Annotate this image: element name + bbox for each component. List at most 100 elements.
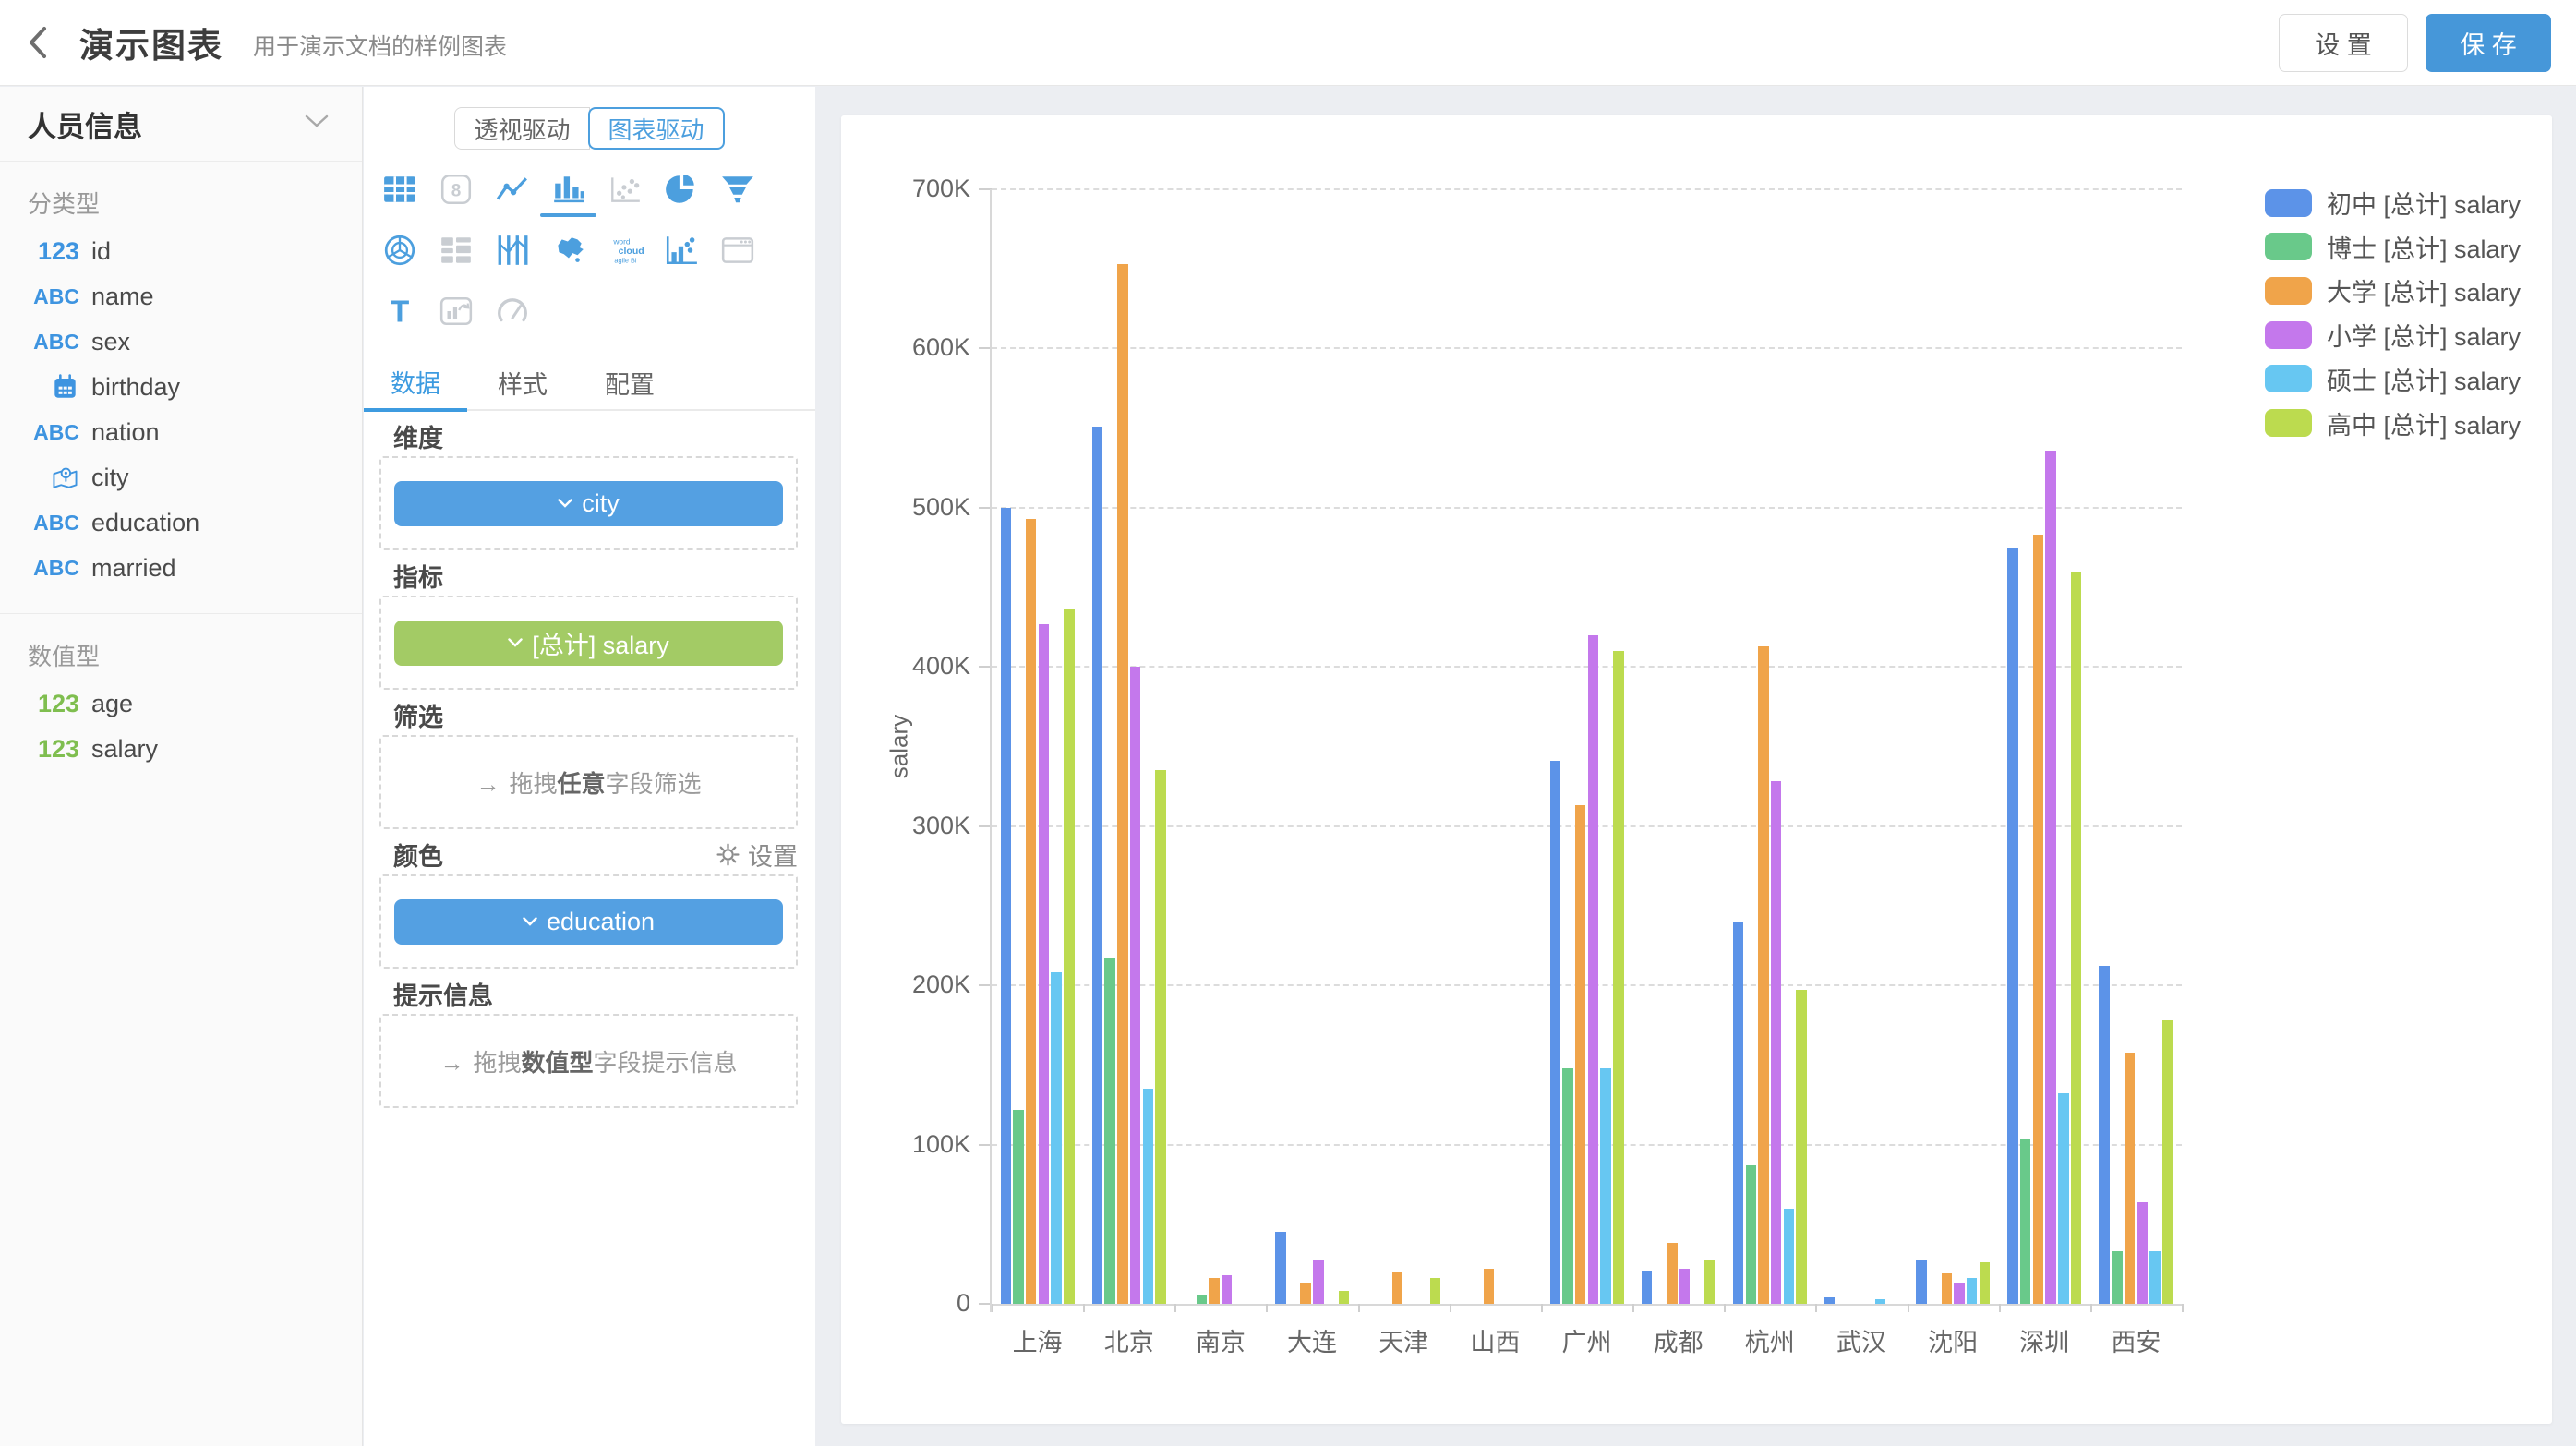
bar-深圳-1 xyxy=(2020,1139,2031,1304)
field-label: birthday xyxy=(91,373,180,402)
chart-type-text-icon[interactable]: T xyxy=(371,281,427,342)
bar-深圳-3 xyxy=(2045,451,2056,1304)
metric-chip[interactable]: [总计] salary xyxy=(394,621,783,666)
bar-西安-1 xyxy=(2112,1251,2123,1304)
x-axis-label-广州: 广州 xyxy=(1543,1322,1631,1358)
filter-dropzone[interactable]: →拖拽任意字段筛选 xyxy=(379,735,798,829)
color-chip[interactable]: education xyxy=(394,899,783,945)
color-label: 颜色 设置 xyxy=(379,836,798,873)
tab-settings[interactable]: 配置 xyxy=(578,355,681,409)
bar-武汉-0 xyxy=(1824,1297,1836,1304)
bar-沈阳-3 xyxy=(1954,1283,1965,1304)
bar-成都-3 xyxy=(1679,1269,1691,1304)
legend-item[interactable]: 博士 [总计] salary xyxy=(2265,229,2521,265)
x-axis-label-杭州: 杭州 xyxy=(1726,1322,1814,1358)
legend-item[interactable]: 高中 [总计] salary xyxy=(2265,405,2521,441)
chart-type-china-map-icon[interactable] xyxy=(540,220,596,281)
dimension-chip[interactable]: city xyxy=(394,481,783,526)
number-green-icon: 123 xyxy=(22,735,79,764)
x-axis-label-沈阳: 沈阳 xyxy=(1908,1322,1997,1358)
bar-武汉-4 xyxy=(1875,1299,1886,1304)
bar-北京-1 xyxy=(1104,958,1115,1304)
field-item-nation[interactable]: ABCnation xyxy=(0,410,362,455)
field-item-birthday[interactable]: birthday xyxy=(0,365,362,410)
legend-label: 初中 [总计] salary xyxy=(2327,185,2521,221)
x-axis-label-天津: 天津 xyxy=(1359,1322,1448,1358)
color-settings-link[interactable]: 设置 xyxy=(716,837,798,873)
tab-data[interactable]: 数据 xyxy=(364,355,467,412)
chevron-left-icon xyxy=(22,24,55,61)
bar-杭州-4 xyxy=(1784,1209,1795,1304)
bar-上海-0 xyxy=(1001,508,1012,1304)
bar-南京-3 xyxy=(1222,1275,1233,1304)
chart-type-radar-icon[interactable] xyxy=(371,220,427,281)
field-item-education[interactable]: ABCeducation xyxy=(0,500,362,546)
bar-北京-0 xyxy=(1092,427,1103,1304)
bar-北京-3 xyxy=(1130,667,1141,1304)
legend-item[interactable]: 大学 [总计] salary xyxy=(2265,272,2521,308)
metric-chip-label: [总计] salary xyxy=(532,625,669,661)
x-tick xyxy=(1541,1304,1543,1312)
bar-沈阳-2 xyxy=(1942,1273,1953,1304)
field-label: name xyxy=(91,283,154,311)
dimension-dropzone[interactable]: city xyxy=(379,456,798,550)
bar-上海-5 xyxy=(1064,609,1075,1304)
tooltip-dropzone[interactable]: →拖拽数值型字段提示信息 xyxy=(379,1014,798,1108)
chart-type-pie-icon[interactable] xyxy=(653,159,709,220)
chart-canvas-area: 0100K200K300K400K500K600K700K上海北京南京大连天津山… xyxy=(816,87,2576,1446)
mode-tab-chart[interactable]: 图表驱动 xyxy=(588,107,725,150)
field-item-age[interactable]: 123age xyxy=(0,681,362,727)
bar-杭州-3 xyxy=(1771,781,1782,1304)
field-item-sex[interactable]: ABCsex xyxy=(0,319,362,365)
category-field-list: 123idABCnameABCsexbirthdayABCnationcityA… xyxy=(0,229,362,591)
gridline-600K xyxy=(992,347,2182,349)
dataset-selector[interactable]: 人员信息 xyxy=(0,87,362,162)
field-item-id[interactable]: 123id xyxy=(0,229,362,274)
x-axis-line xyxy=(990,1304,2182,1306)
bar-杭州-5 xyxy=(1796,990,1807,1304)
settings-button[interactable]: 设 置 xyxy=(2279,14,2408,72)
x-tick xyxy=(1358,1304,1360,1312)
legend-label: 硕士 [总计] salary xyxy=(2327,361,2521,397)
save-button[interactable]: 保 存 xyxy=(2426,14,2551,72)
mode-tab-pivot[interactable]: 透视驱动 xyxy=(454,107,589,150)
chart-type-point-bar-icon[interactable] xyxy=(653,220,709,281)
bar-广州-4 xyxy=(1600,1068,1611,1304)
bar-广州-2 xyxy=(1575,805,1586,1304)
back-button[interactable] xyxy=(18,22,59,63)
color-dropzone[interactable]: education xyxy=(379,874,798,969)
bar-西安-2 xyxy=(2125,1053,2136,1304)
bar-广州-5 xyxy=(1613,651,1624,1304)
bar-南京-1 xyxy=(1197,1295,1208,1304)
tooltip-label: 提示信息 xyxy=(379,975,798,1012)
chart-type-image-chart-icon xyxy=(427,281,484,342)
field-item-salary[interactable]: 123 salary xyxy=(0,727,362,772)
metric-dropzone[interactable]: [总计] salary xyxy=(379,596,798,690)
chart-type-funnel-icon[interactable] xyxy=(709,159,765,220)
legend-item[interactable]: 硕士 [总计] salary xyxy=(2265,361,2521,397)
field-item-city[interactable]: city xyxy=(0,455,362,500)
chart-type-parallel-icon[interactable] xyxy=(484,220,540,281)
tab-style[interactable]: 样式 xyxy=(471,355,574,409)
x-tick xyxy=(2182,1304,2184,1312)
chart-type-table-icon[interactable] xyxy=(371,159,427,220)
numeric-section-label: 数值型 xyxy=(28,638,362,672)
field-item-married[interactable]: ABCmarried xyxy=(0,546,362,591)
gridline-500K xyxy=(992,507,2182,509)
field-label: education xyxy=(91,509,199,537)
chart-type-bar-icon[interactable] xyxy=(540,159,596,220)
chart-type-word-cloud-icon[interactable]: wordcloudagile Bi xyxy=(596,220,653,281)
numeric-field-list: 123age 123 salary xyxy=(0,681,362,772)
x-tick xyxy=(1174,1304,1176,1312)
x-tick xyxy=(992,1304,993,1312)
field-label: salary xyxy=(91,735,158,764)
chart-type-line-icon[interactable] xyxy=(484,159,540,220)
gridline-700K xyxy=(992,188,2182,190)
svg-text:word: word xyxy=(612,237,631,247)
field-item-name[interactable]: ABCname xyxy=(0,274,362,319)
x-axis-label-南京: 南京 xyxy=(1176,1322,1265,1358)
legend-item[interactable]: 初中 [总计] salary xyxy=(2265,185,2521,221)
filter-label: 筛选 xyxy=(379,696,798,733)
svg-text:T: T xyxy=(390,295,409,329)
legend-item[interactable]: 小学 [总计] salary xyxy=(2265,317,2521,353)
